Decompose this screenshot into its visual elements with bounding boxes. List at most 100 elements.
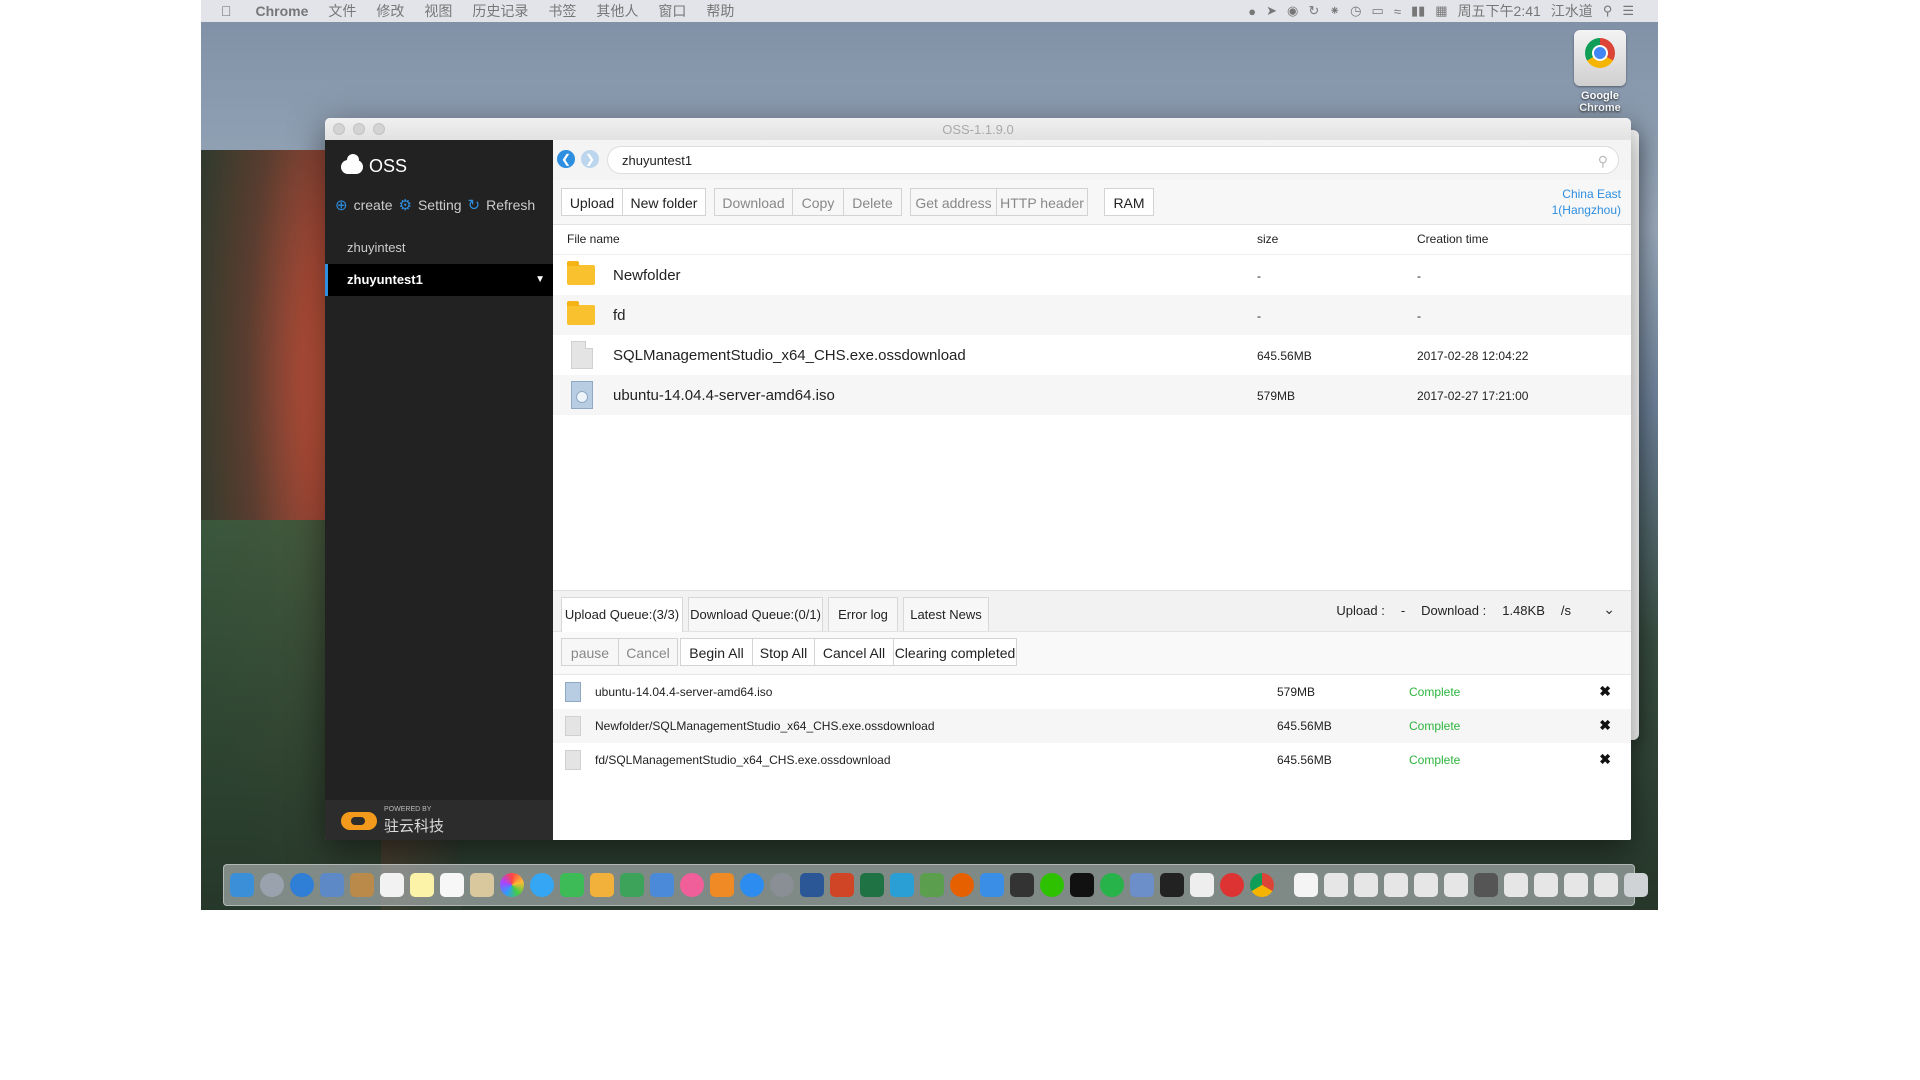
column-creation-time[interactable]: Creation time: [1417, 224, 1488, 254]
stop-all-button[interactable]: Stop All: [752, 638, 815, 666]
calendar-icon[interactable]: [380, 873, 404, 897]
tab-upload-queue[interactable]: Upload Queue:(3/3): [561, 597, 683, 632]
keynote-icon[interactable]: [650, 873, 674, 897]
copy-button[interactable]: Copy: [792, 188, 844, 216]
menubar-clock[interactable]: 周五下午2:41: [1458, 1, 1541, 21]
setting-button[interactable]: Setting: [418, 197, 462, 213]
region-link[interactable]: China East 1(Hangzhou): [1552, 186, 1621, 218]
app-store-icon[interactable]: [740, 873, 764, 897]
queue-row[interactable]: Newfolder/SQLManagementStudio_x64_CHS.ex…: [553, 709, 1631, 743]
refresh-button[interactable]: Refresh: [486, 197, 535, 213]
window-thumbnail-icon[interactable]: [1354, 873, 1378, 897]
window-thumbnail-icon[interactable]: [1414, 873, 1438, 897]
menu-history[interactable]: 历史记录: [472, 1, 528, 21]
window-thumbnail-icon[interactable]: [1474, 873, 1498, 897]
sequel-pro-icon[interactable]: [1010, 873, 1034, 897]
window-thumbnail-icon[interactable]: [1564, 873, 1588, 897]
window-thumbnail-icon[interactable]: [1384, 873, 1408, 897]
file-row[interactable]: SQLManagementStudio_x64_CHS.exe.ossdownl…: [553, 335, 1631, 375]
column-size[interactable]: size: [1257, 224, 1278, 254]
send-icon[interactable]: ➤: [1266, 3, 1277, 19]
menu-help[interactable]: 帮助: [706, 1, 734, 21]
pause-button[interactable]: pause: [561, 638, 619, 666]
wifi-icon[interactable]: ≈: [1394, 4, 1401, 19]
cancel-button[interactable]: Cancel: [618, 638, 678, 666]
remove-close-icon[interactable]: ✖: [1599, 683, 1611, 700]
notes-icon[interactable]: [410, 873, 434, 897]
window-thumbnail-icon[interactable]: [1504, 873, 1528, 897]
qq-icon[interactable]: [1220, 873, 1244, 897]
window-thumbnail-icon[interactable]: [1444, 873, 1468, 897]
battery-icon[interactable]: ▮▮: [1411, 3, 1425, 19]
menu-app-name[interactable]: Chrome: [256, 3, 309, 19]
remove-close-icon[interactable]: ✖: [1599, 751, 1611, 768]
image-tool-icon[interactable]: [920, 873, 944, 897]
numbers-icon[interactable]: [620, 873, 644, 897]
back-arrow-icon[interactable]: ❮: [557, 150, 575, 168]
tab-error-log[interactable]: Error log: [828, 597, 898, 631]
begin-all-button[interactable]: Begin All: [680, 638, 753, 666]
maps-icon[interactable]: [470, 873, 494, 897]
forward-arrow-icon[interactable]: ❯: [581, 150, 599, 168]
menu-people[interactable]: 其他人: [596, 1, 638, 21]
window-thumbnail-icon[interactable]: [1594, 873, 1618, 897]
spotlight-icon[interactable]: ⚲: [1603, 3, 1613, 19]
column-file-name[interactable]: File name: [567, 224, 620, 254]
clock-icon[interactable]: ◷: [1350, 3, 1361, 19]
upload-button[interactable]: Upload: [561, 188, 623, 216]
document-icon[interactable]: [1294, 873, 1318, 897]
http-header-button[interactable]: HTTP header: [996, 188, 1088, 216]
get-address-button[interactable]: Get address: [910, 188, 997, 216]
collapse-chevron-icon[interactable]: ⌄: [1603, 601, 1615, 618]
bucket-item-selected[interactable]: zhuyuntest1 ▼: [325, 264, 553, 296]
refresh-icon[interactable]: ↻: [468, 196, 481, 214]
file-row[interactable]: fd - -: [553, 295, 1631, 335]
new-folder-button[interactable]: New folder: [622, 188, 706, 216]
facetime-icon[interactable]: [560, 873, 584, 897]
reminders-icon[interactable]: [440, 873, 464, 897]
apple-menu-icon[interactable]: : [221, 3, 232, 19]
create-button[interactable]: create: [354, 197, 393, 213]
finder-icon[interactable]: [230, 873, 254, 897]
ibooks-icon[interactable]: [710, 873, 734, 897]
menu-bookmarks[interactable]: 书签: [548, 1, 576, 21]
bird-app-icon[interactable]: [980, 873, 1004, 897]
caret-down-icon[interactable]: ▼: [535, 264, 545, 296]
menubar-user[interactable]: 江水道: [1551, 1, 1593, 21]
window-thumbnail-icon[interactable]: [1324, 873, 1348, 897]
virtualbox-icon[interactable]: [1130, 873, 1154, 897]
queue-row[interactable]: fd/SQLManagementStudio_x64_CHS.exe.ossdo…: [553, 743, 1631, 777]
gear-icon[interactable]: ⚙: [399, 196, 412, 214]
wechat-icon[interactable]: ◉: [1287, 3, 1298, 19]
pages-icon[interactable]: [590, 873, 614, 897]
trash-icon[interactable]: [1624, 873, 1648, 897]
bluetooth-icon[interactable]: ⁕: [1329, 3, 1340, 19]
desktop-chrome-icon[interactable]: Google Chrome: [1560, 30, 1640, 114]
evernote-icon[interactable]: [1100, 873, 1124, 897]
display-icon[interactable]: [1160, 873, 1184, 897]
plus-circle-icon[interactable]: ⊕: [335, 196, 348, 214]
terminal-icon[interactable]: [1070, 873, 1094, 897]
photos-icon[interactable]: [500, 873, 524, 897]
chrome-dock-icon[interactable]: [1250, 873, 1274, 897]
delete-button[interactable]: Delete: [843, 188, 902, 216]
window-thumbnail-icon[interactable]: [1190, 873, 1214, 897]
queue-row[interactable]: ubuntu-14.04.4-server-amd64.iso 579MB Co…: [553, 675, 1631, 709]
clearing-completed-button[interactable]: Clearing completed: [893, 638, 1017, 666]
file-row[interactable]: ubuntu-14.04.4-server-amd64.iso 579MB 20…: [553, 375, 1631, 415]
excel-icon[interactable]: [860, 873, 884, 897]
bucket-item[interactable]: zhuyintest: [325, 232, 553, 264]
firefox-icon[interactable]: [950, 873, 974, 897]
window-thumbnail-icon[interactable]: [1534, 873, 1558, 897]
cancel-all-button[interactable]: Cancel All: [814, 638, 894, 666]
safari-icon[interactable]: [290, 873, 314, 897]
menu-view[interactable]: 视图: [424, 1, 452, 21]
wechat-dock-icon[interactable]: [1040, 873, 1064, 897]
remove-close-icon[interactable]: ✖: [1599, 717, 1611, 734]
menu-window[interactable]: 窗口: [658, 1, 686, 21]
input-method-icon[interactable]: ▦: [1435, 3, 1447, 19]
word-icon[interactable]: [800, 873, 824, 897]
download-button[interactable]: Download: [714, 188, 793, 216]
tab-latest-news[interactable]: Latest News: [903, 597, 989, 631]
sync-icon[interactable]: ↻: [1308, 3, 1319, 19]
